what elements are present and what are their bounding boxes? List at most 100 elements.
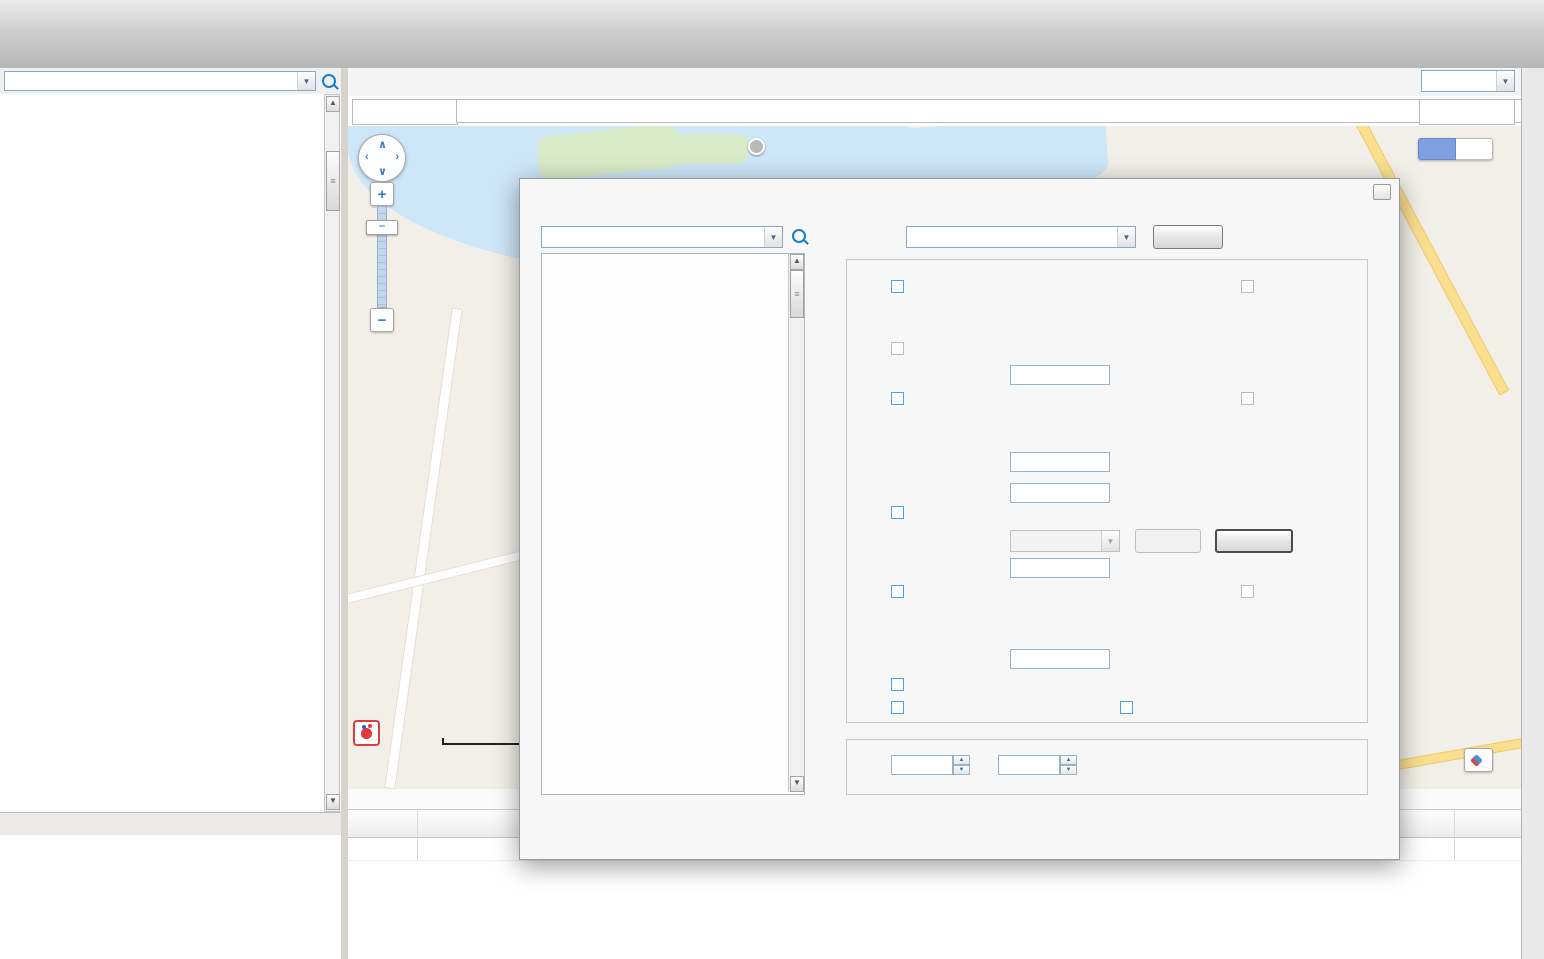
vehicle-search-value [5, 72, 297, 90]
chevron-down-icon[interactable]: ▼ [1117, 227, 1135, 247]
dialog-vehicle-tree: ▲ ▼ [541, 253, 805, 795]
col-name [418, 810, 528, 837]
play-count-input[interactable] [1010, 558, 1110, 578]
select-all-checkbox[interactable] [1241, 392, 1254, 405]
snap-count-input[interactable] [1010, 452, 1110, 472]
map-toolbar: ▼ [348, 68, 1521, 97]
pan-down-icon[interactable]: ∨ [378, 165, 387, 178]
tree-scrollbar[interactable]: ▲ ▼ [324, 94, 340, 812]
browse-button[interactable] [1215, 529, 1293, 553]
select-all-row [1241, 392, 1259, 405]
defense-start-time: ▲▼ [891, 755, 970, 775]
chevron-down-icon[interactable]: ▼ [297, 72, 315, 90]
popup-window-checkbox[interactable] [891, 701, 904, 714]
alarm-record-checkbox[interactable] [891, 585, 904, 598]
chevron-down-icon[interactable]: ▼ [1496, 71, 1514, 91]
scrollbar-thumb[interactable] [326, 151, 340, 211]
defense-start-input[interactable] [891, 755, 953, 775]
sound-file-select[interactable]: ▼ [1010, 530, 1120, 552]
baidu-logo [353, 720, 380, 746]
col-id [348, 810, 418, 837]
scroll-down-icon[interactable]: ▼ [326, 794, 340, 810]
vehicle-tree [0, 94, 341, 812]
col-mileage [1455, 810, 1521, 837]
scrollbar-thumb[interactable] [790, 270, 804, 318]
select-all-checkbox[interactable] [1241, 280, 1254, 293]
audition-button[interactable] [1135, 529, 1201, 553]
dialog-tree-scrollbar[interactable]: ▲ ▼ [788, 254, 804, 792]
left-panel: ▼ ▲ ▼ [0, 68, 342, 959]
close-time-row [942, 365, 1118, 385]
map-type-satellite-button[interactable] [1456, 138, 1493, 160]
defense-time-row: ▲▼ ▲▼ [891, 755, 1077, 775]
defense-end-input[interactable] [998, 755, 1060, 775]
close-icon[interactable] [1373, 184, 1391, 200]
info-tabs [0, 812, 341, 835]
defense-end-time: ▲▼ [998, 755, 1077, 775]
alarm-type-value [907, 227, 1117, 247]
cell-mileage [1455, 838, 1521, 860]
time-spinner[interactable]: ▲▼ [953, 755, 970, 775]
pan-left-icon[interactable]: ‹ [365, 151, 369, 163]
video-preview-row [891, 280, 909, 293]
alarm-type-select[interactable]: ▼ [906, 226, 1136, 248]
map-type-map-button[interactable] [1418, 138, 1456, 160]
scroll-down-icon[interactable]: ▼ [790, 776, 804, 792]
pan-up-icon[interactable]: ∧ [378, 138, 387, 151]
record-time-input[interactable] [1010, 649, 1110, 669]
pan-right-icon[interactable]: › [395, 151, 399, 163]
vehicle-search-combo[interactable]: ▼ [4, 71, 316, 91]
dialog-search-combo[interactable]: ▼ [541, 226, 783, 248]
snap-interval-input[interactable] [1010, 483, 1110, 503]
spin-up-icon[interactable]: ▲ [1060, 755, 1077, 765]
scroll-up-icon[interactable]: ▲ [790, 254, 804, 270]
auto-close-row [891, 342, 909, 355]
play-count-row [942, 558, 1118, 578]
sound-alarm-checkbox[interactable] [891, 506, 904, 519]
map-pan-control[interactable]: ∧ ∨ ‹ › [358, 134, 406, 182]
spin-down-icon[interactable]: ▼ [1060, 765, 1077, 775]
snapshot-checkbox[interactable] [891, 392, 904, 405]
select-all-row [1241, 585, 1259, 598]
snapshot-row [891, 392, 909, 405]
select-all-row [1241, 280, 1259, 293]
traffic-info-button[interactable] [1464, 748, 1493, 772]
zoom-in-button[interactable]: + [370, 182, 394, 206]
video-preview-checkbox[interactable] [891, 280, 904, 293]
search-icon[interactable] [792, 229, 806, 243]
zoom-out-button[interactable]: − [370, 308, 394, 332]
snap-count-row [942, 452, 1118, 472]
chevron-down-icon: ▼ [1101, 531, 1119, 551]
chevron-down-icon[interactable]: ▼ [764, 227, 782, 247]
address-label [352, 99, 458, 125]
map-marker-icon[interactable] [748, 138, 765, 155]
map-scale-bar [442, 743, 522, 745]
alarm-linkage-dialog: ▼ ▲ ▼ ▼ [519, 178, 1400, 860]
spin-down-icon[interactable]: ▼ [953, 765, 970, 775]
auto-talk-checkbox[interactable] [1120, 701, 1133, 714]
address-input[interactable] [456, 99, 1544, 123]
right-dock-strip [1521, 68, 1544, 959]
app-window: ▼ ▲ ▼ ▼ [0, 0, 1544, 959]
map-lock-checkbox[interactable] [891, 678, 904, 691]
traffic-icon [1470, 754, 1483, 767]
map-provider-select[interactable]: ▼ [1421, 70, 1515, 92]
select-all-checkbox[interactable] [1241, 585, 1254, 598]
zoom-slider-handle[interactable]: – [366, 220, 398, 235]
search-icon[interactable] [322, 74, 336, 88]
baidu-paw-icon [361, 728, 372, 739]
time-spinner[interactable]: ▲▼ [1060, 755, 1077, 775]
sound-file-value [1011, 531, 1101, 551]
auto-talk-row [1120, 701, 1138, 714]
map-lock-row [891, 678, 909, 691]
dialog-search-value [542, 227, 764, 247]
vehicle-info-panel [0, 835, 341, 959]
linkage-group: ▼ [846, 259, 1368, 723]
close-time-input[interactable] [1010, 365, 1110, 385]
auto-close-checkbox[interactable] [891, 342, 904, 355]
scroll-up-icon[interactable]: ▲ [326, 96, 340, 112]
spin-up-icon[interactable]: ▲ [953, 755, 970, 765]
map-provider-value [1422, 71, 1496, 91]
select-alarm-button[interactable] [1153, 225, 1223, 249]
map-search-button[interactable] [1419, 99, 1515, 125]
